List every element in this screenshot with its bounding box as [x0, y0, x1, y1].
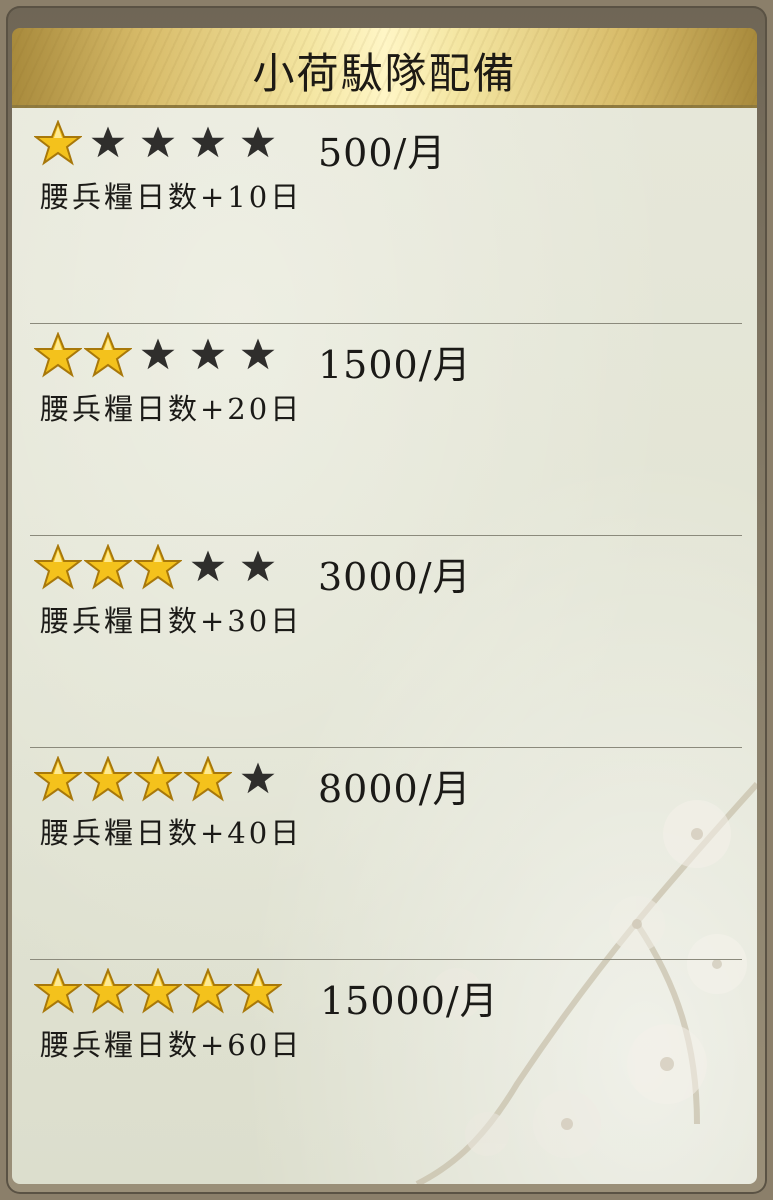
empty-star-icon	[191, 338, 225, 370]
rank-row: 1500/月 腰兵糧日数+20日	[30, 324, 742, 536]
empty-star-icon	[141, 338, 175, 370]
monthly-cost: 1500/月	[318, 343, 472, 387]
filled-star-icon	[84, 332, 132, 378]
star-rating	[34, 544, 282, 590]
filled-star-icon	[134, 756, 182, 802]
filled-star-icon	[134, 968, 182, 1014]
monthly-cost: 8000/月	[318, 767, 472, 811]
effect-text: 腰兵糧日数+60日	[40, 1028, 303, 1062]
empty-star-icon	[241, 338, 275, 370]
monthly-cost: 3000/月	[318, 555, 472, 599]
filled-star-icon	[184, 756, 232, 802]
filled-star-icon	[34, 544, 82, 590]
star-rating	[34, 332, 282, 378]
rank-row: 3000/月 腰兵糧日数+30日	[30, 536, 742, 748]
filled-star-icon	[34, 756, 82, 802]
filled-star-icon	[34, 120, 82, 166]
empty-star-icon	[141, 126, 175, 158]
filled-star-icon	[234, 968, 282, 1014]
empty-star-icon	[241, 550, 275, 582]
star-rating	[34, 756, 282, 802]
filled-star-icon	[134, 544, 182, 590]
empty-star-icon	[241, 126, 275, 158]
filled-star-icon	[84, 544, 132, 590]
title-banner: 小荷駄隊配備	[12, 28, 757, 108]
monthly-cost: 500/月	[318, 131, 447, 175]
monthly-cost: 15000/月	[320, 979, 499, 1023]
effect-text: 腰兵糧日数+10日	[40, 180, 303, 214]
empty-star-icon	[191, 550, 225, 582]
effect-text: 腰兵糧日数+30日	[40, 604, 303, 638]
effect-text: 腰兵糧日数+20日	[40, 392, 303, 426]
filled-star-icon	[84, 756, 132, 802]
filled-star-icon	[84, 968, 132, 1014]
rank-row: 15000/月 腰兵糧日数+60日	[30, 960, 742, 1172]
empty-star-icon	[241, 762, 275, 794]
filled-star-icon	[184, 968, 232, 1014]
star-rating	[34, 968, 282, 1014]
rank-row: 8000/月 腰兵糧日数+40日	[30, 748, 742, 960]
filled-star-icon	[34, 968, 82, 1014]
rank-row: 500/月 腰兵糧日数+10日	[30, 112, 742, 324]
filled-star-icon	[34, 332, 82, 378]
page-title: 小荷駄隊配備	[252, 49, 517, 98]
empty-star-icon	[91, 126, 125, 158]
empty-star-icon	[191, 126, 225, 158]
star-rating	[34, 120, 282, 166]
effect-text: 腰兵糧日数+40日	[40, 816, 303, 850]
